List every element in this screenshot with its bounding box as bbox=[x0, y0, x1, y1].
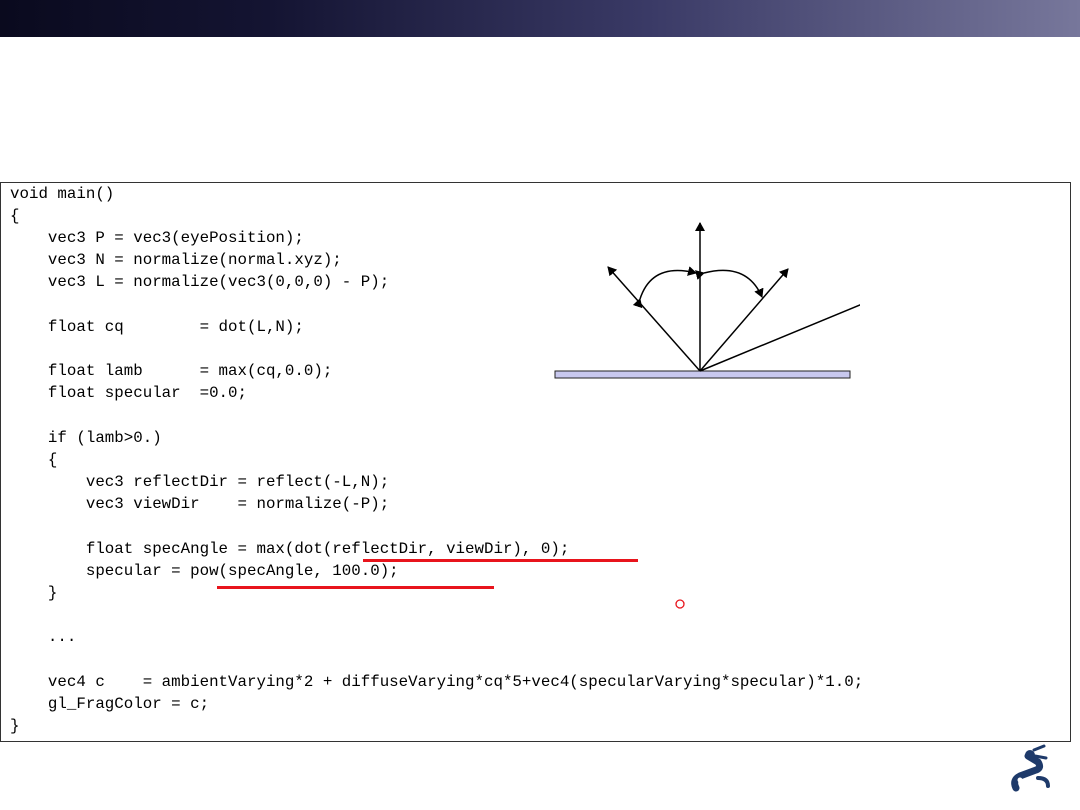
pow-call-underline bbox=[217, 586, 494, 589]
reflection-diagram bbox=[554, 222, 860, 379]
incidence-angle-arc bbox=[632, 266, 697, 309]
code-line: { bbox=[10, 207, 20, 225]
code-line: void main() bbox=[10, 185, 115, 203]
code-line: float lamb = max(cq,0.0); bbox=[10, 362, 333, 380]
code-line: specular = pow(specAngle, 100.0); bbox=[10, 562, 399, 580]
code-line: if (lamb>0.) bbox=[10, 429, 162, 447]
code-line: { bbox=[10, 451, 58, 469]
code-listing: void main() { vec3 P = vec3(eyePosition)… bbox=[0, 182, 1071, 742]
view-vector bbox=[699, 304, 860, 372]
dot-product-underline bbox=[363, 559, 638, 562]
reflection-angle-arc bbox=[695, 269, 764, 298]
robot-arm-logo bbox=[1011, 744, 1050, 792]
code-line: float specular =0.0; bbox=[10, 384, 247, 402]
code-line: ... bbox=[10, 628, 77, 646]
header-bar bbox=[0, 0, 1080, 37]
code-line: vec3 viewDir = normalize(-P); bbox=[10, 495, 390, 513]
code-line: vec3 N = normalize(normal.xyz); bbox=[10, 251, 342, 269]
code-line: vec3 P = vec3(eyePosition); bbox=[10, 229, 304, 247]
code-line: gl_FragColor = c; bbox=[10, 695, 210, 713]
code-line: float specAngle = max(dot(reflectDir, vi… bbox=[10, 540, 570, 558]
code-line: vec3 L = normalize(vec3(0,0,0) - P); bbox=[10, 273, 390, 291]
code-line: } bbox=[10, 717, 20, 735]
code-line: vec3 reflectDir = reflect(-L,N); bbox=[10, 473, 390, 491]
red-circle-marker bbox=[675, 599, 685, 609]
reflective-surface bbox=[554, 370, 851, 379]
code-line: float cq = dot(L,N); bbox=[10, 318, 304, 336]
code-line: vec4 c = ambientVarying*2 + diffuseVaryi… bbox=[10, 673, 864, 691]
code-line: } bbox=[10, 584, 58, 602]
light-vector bbox=[607, 266, 701, 372]
reflect-vector bbox=[699, 268, 789, 372]
